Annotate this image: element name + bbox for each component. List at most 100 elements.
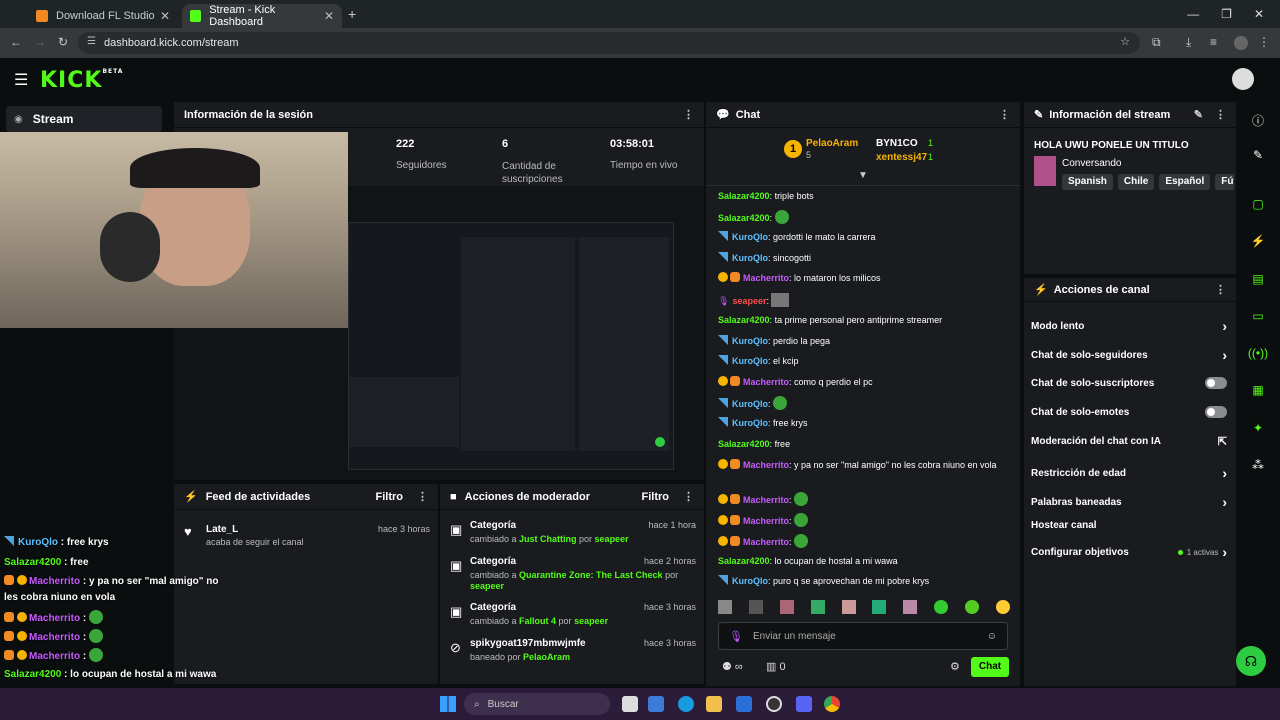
action-slow-mode[interactable]: Modo lento › (1031, 318, 1227, 334)
media-icon[interactable]: ≡ (1210, 35, 1217, 49)
chat-user[interactable]: Salazar4200 (718, 315, 770, 325)
mod-action-category[interactable]: Just Chatting (519, 534, 577, 544)
emote-icon[interactable] (934, 600, 949, 614)
emote-icon[interactable] (748, 600, 763, 614)
wrench-icon[interactable]: ✦ (1246, 421, 1270, 435)
focus-icon[interactable]: ▢ (1246, 197, 1270, 211)
user-avatar[interactable] (1232, 68, 1254, 90)
forward-icon[interactable]: → (34, 35, 46, 49)
site-info-icon[interactable]: ☰ (87, 36, 96, 47)
action-subscribers-only[interactable]: Chat de solo-suscriptores (1031, 377, 1227, 389)
emoji-icon[interactable]: ☺ (987, 631, 997, 642)
emote-icon[interactable] (841, 600, 856, 614)
chat-user[interactable]: KuroQlo (732, 418, 768, 428)
emote-icon[interactable] (718, 600, 732, 614)
chat-user[interactable]: KuroQlo (732, 253, 768, 263)
hamburger-menu-icon[interactable]: ☰ (14, 70, 28, 90)
tag[interactable]: Spanish (1062, 174, 1113, 190)
filter-button[interactable]: Filtro (642, 491, 670, 503)
reload-icon[interactable]: ↻ (58, 35, 68, 49)
mod-action-user[interactable]: seapeer (574, 616, 608, 626)
broadcast-icon[interactable]: ((•)) (1246, 346, 1270, 360)
chat-user[interactable]: Salazar4200 (718, 439, 770, 449)
layout-icon[interactable]: ▦ (1246, 383, 1270, 397)
chat-user[interactable]: Macherrito (743, 495, 789, 505)
chat-user[interactable]: KuroQlo (732, 399, 768, 409)
emote-icon[interactable] (810, 600, 825, 614)
tag[interactable]: Fút (1215, 174, 1234, 190)
discord-icon[interactable] (796, 696, 812, 712)
support-headset-icon[interactable]: ☊ (1236, 646, 1266, 676)
action-goals[interactable]: Configurar objetivos 1 activas › (1031, 544, 1227, 560)
more-options-icon[interactable]: ⋮ (1215, 283, 1226, 296)
obs-icon[interactable] (766, 696, 782, 712)
action-followers-only[interactable]: Chat de solo-seguidores › (1031, 347, 1227, 363)
chat-user[interactable]: Macherrito (743, 377, 789, 387)
leader-name[interactable]: PelaoAram (806, 138, 858, 149)
pencil-icon[interactable]: ✎ (1246, 148, 1270, 162)
chat-settings-icon[interactable]: ⚙ (950, 660, 960, 673)
back-icon[interactable]: ← (10, 35, 22, 49)
action-age-restriction[interactable]: Restricción de edad › (1031, 465, 1227, 481)
document-icon[interactable]: ▤ (1246, 272, 1270, 286)
chat-user[interactable]: Macherrito (743, 460, 789, 470)
users-icon[interactable]: ⁂ (1246, 458, 1270, 472)
minimize-icon[interactable]: — (1187, 7, 1199, 21)
chat-user[interactable]: Macherrito (743, 516, 789, 526)
mod-action-user[interactable]: seapeer (470, 581, 504, 591)
close-icon[interactable]: ✕ (160, 9, 170, 23)
new-tab-icon[interactable]: + (348, 6, 356, 22)
chat-send-button[interactable]: Chat (971, 657, 1009, 677)
copilot-icon[interactable] (648, 696, 664, 712)
mod-action-user[interactable]: PelaoAram (523, 652, 570, 662)
task-view-icon[interactable] (622, 696, 638, 712)
emote-icon[interactable] (965, 600, 979, 614)
download-icon[interactable]: ⤓ (1186, 35, 1191, 50)
chat-user[interactable]: Salazar4200 (718, 556, 770, 566)
more-options-icon[interactable]: ⋮ (683, 490, 694, 503)
close-icon[interactable]: ✕ (324, 9, 334, 23)
chrome-icon[interactable] (824, 696, 840, 712)
maximize-icon[interactable]: ❐ (1221, 7, 1232, 21)
mod-action-category[interactable]: Fallout 4 (519, 616, 556, 626)
browser-menu-icon[interactable]: ⋮ (1258, 35, 1270, 49)
mod-action-category[interactable]: Quarantine Zone: The Last Check (519, 570, 663, 580)
chat-input[interactable]: 🎙 Enviar un mensaje ☺ (718, 622, 1008, 650)
bolt-icon[interactable]: ⚡ (1246, 234, 1270, 248)
chat-user[interactable]: seapeer (732, 296, 766, 306)
chat-user[interactable]: KuroQlo (732, 576, 768, 586)
windows-start-icon[interactable] (440, 696, 456, 712)
more-options-icon[interactable]: ⋮ (417, 490, 428, 503)
edit-icon[interactable]: ✎ (1194, 108, 1203, 121)
unlimited-icon[interactable]: ⚉ ∞ (722, 660, 743, 673)
file-explorer-icon[interactable] (706, 696, 722, 712)
chat-user[interactable]: KuroQlo (732, 356, 768, 366)
chevron-down-icon[interactable]: ▼ (858, 170, 868, 181)
more-options-icon[interactable]: ⋮ (999, 108, 1010, 121)
bookmark-star-icon[interactable]: ☆ (1120, 35, 1130, 48)
chat-user[interactable]: KuroQlo (732, 336, 768, 346)
chat-user[interactable]: Salazar4200 (718, 191, 770, 201)
chat-user[interactable]: Macherrito (743, 537, 789, 547)
emote-icon[interactable] (995, 600, 1010, 614)
emote-icon[interactable] (872, 600, 887, 614)
more-options-icon[interactable]: ⋮ (1215, 108, 1226, 121)
chat-icon[interactable]: ▭ (1246, 309, 1270, 323)
url-field[interactable]: ☰ dashboard.kick.com/stream ☆ (78, 32, 1140, 54)
tab-kick-dashboard[interactable]: Stream - Kick Dashboard ✕ (182, 4, 342, 28)
filter-button[interactable]: Filtro (376, 491, 404, 503)
edge-icon[interactable] (678, 696, 694, 712)
profile-avatar[interactable] (1234, 36, 1248, 50)
store-icon[interactable] (736, 696, 752, 712)
kick-logo[interactable]: KICKBETA (40, 68, 123, 93)
more-options-icon[interactable]: ⋮ (683, 108, 694, 121)
chat-user[interactable]: Salazar4200 (718, 213, 770, 223)
taskbar-search[interactable]: ⌕ Buscar (464, 693, 610, 715)
close-window-icon[interactable]: ✕ (1254, 7, 1264, 21)
toggle-switch[interactable] (1205, 377, 1227, 389)
leader-name[interactable]: BYN1CO (876, 138, 918, 149)
tag[interactable]: Español (1159, 174, 1211, 190)
emote-icon[interactable] (779, 600, 794, 614)
sidebar-item-stream[interactable]: ◉ Stream (6, 106, 162, 132)
tag[interactable]: Chile (1117, 174, 1155, 190)
